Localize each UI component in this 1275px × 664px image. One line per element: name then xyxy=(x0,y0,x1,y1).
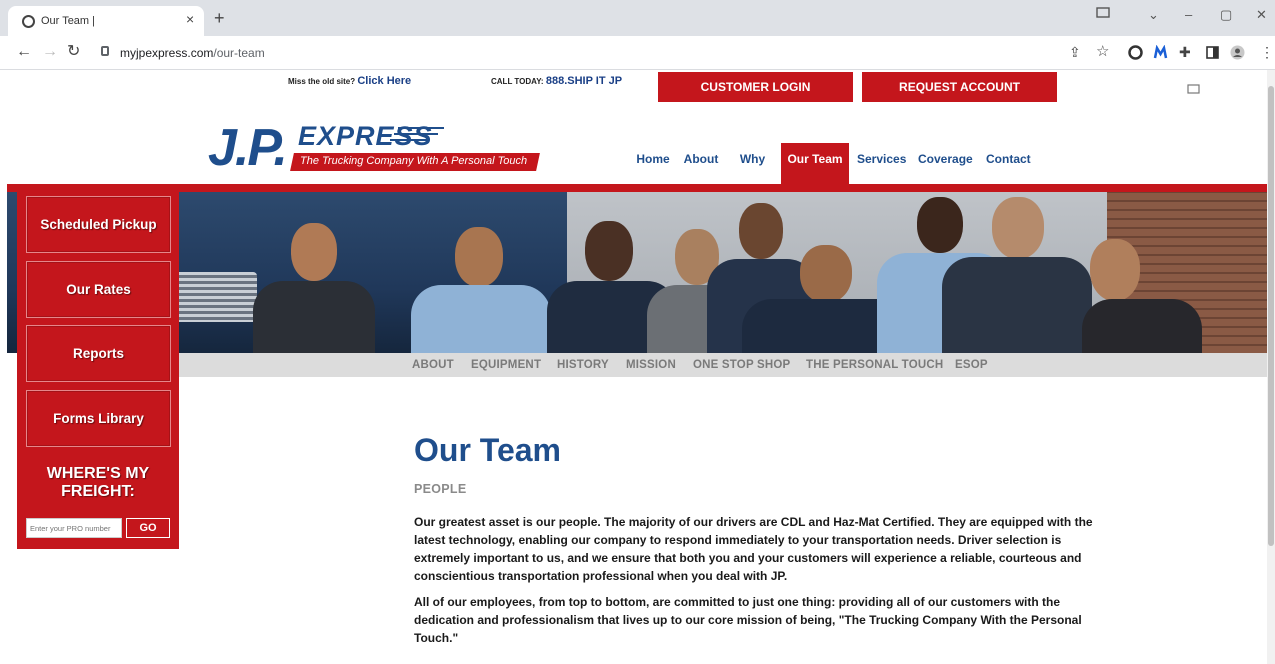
logo-speed-line xyxy=(390,139,428,141)
go-button[interactable]: GO xyxy=(126,518,170,538)
subnav-about[interactable]: ABOUT xyxy=(412,359,454,371)
new-tab-icon[interactable]: + xyxy=(214,9,225,27)
lock-icon xyxy=(101,46,109,56)
logo-speed-line xyxy=(394,133,438,135)
tab-close-icon[interactable]: × xyxy=(186,11,194,27)
subnav-esop[interactable]: ESOP xyxy=(955,359,988,371)
subnav-mission[interactable]: MISSION xyxy=(626,359,676,371)
body-paragraph: Our greatest asset is our people. The ma… xyxy=(414,515,1093,583)
team-member xyxy=(407,227,552,353)
minimize-icon[interactable]: – xyxy=(1185,7,1192,22)
profile-avatar-icon[interactable] xyxy=(1230,45,1245,60)
nav-contact[interactable]: Contact xyxy=(986,143,1031,185)
browser-tab[interactable]: Our Team | × xyxy=(8,6,204,36)
close-window-icon[interactable]: ✕ xyxy=(1256,7,1267,23)
subnav-equipment[interactable]: EQUIPMENT xyxy=(471,359,541,371)
reload-icon[interactable]: ↻ xyxy=(67,44,80,60)
extension-icon[interactable] xyxy=(1128,45,1143,60)
pro-number-input[interactable] xyxy=(26,518,122,538)
cast-icon xyxy=(1187,81,1200,99)
body-paragraph: All of our employees, from top to bottom… xyxy=(414,595,1082,645)
team-member xyxy=(942,197,1092,353)
chevron-down-icon[interactable]: ⌄ xyxy=(1148,7,1159,23)
logo-speed-line xyxy=(398,127,444,129)
malwarebytes-icon[interactable] xyxy=(1153,44,1168,60)
subnav-history[interactable]: HISTORY xyxy=(557,359,609,371)
logo-jp-text: J.P. xyxy=(208,119,288,177)
about-subnav: ABOUT EQUIPMENT HISTORY MISSION ONE STOP… xyxy=(179,353,1268,377)
reports-button[interactable]: Reports xyxy=(26,325,171,382)
tab-title: Our Team | xyxy=(41,15,96,27)
page-scrollbar[interactable] xyxy=(1267,70,1275,664)
browser-toolbar: ← → ↻ myjpexpress.com/our-team ⇪ ☆ ✚ ⋮ xyxy=(0,36,1275,70)
team-member xyxy=(245,223,375,353)
puzzle-icon[interactable]: ✚ xyxy=(1179,44,1191,60)
nav-our-team[interactable]: Our Team xyxy=(781,143,849,185)
wheres-my-freight-heading: WHERE'S MY FREIGHT: xyxy=(46,465,150,500)
share-icon[interactable]: ⇪ xyxy=(1069,44,1081,60)
section-subtitle: PEOPLE xyxy=(414,482,467,496)
forward-arrow-icon[interactable]: → xyxy=(42,44,58,60)
web-page: Miss the old site? Click Here CALL TODAY… xyxy=(0,70,1275,664)
our-rates-button[interactable]: Our Rates xyxy=(26,261,171,318)
forms-library-button[interactable]: Forms Library xyxy=(26,390,171,447)
scheduled-pickup-button[interactable]: Scheduled Pickup xyxy=(26,196,171,253)
call-today-line: CALL TODAY: 888.SHIP IT JP xyxy=(491,75,623,87)
jp-express-logo[interactable]: J.P. EXPRESS The Trucking Company With A… xyxy=(208,120,543,178)
nav-home[interactable]: Home xyxy=(636,143,670,185)
main-content: Our Team PEOPLE Our greatest asset is ou… xyxy=(414,430,1104,647)
nav-about[interactable]: About xyxy=(682,143,720,185)
click-here-link[interactable]: Click Here xyxy=(357,75,411,87)
cast-icon[interactable] xyxy=(1096,7,1110,22)
subnav-one-stop-shop[interactable]: ONE STOP SHOP xyxy=(693,359,790,371)
globe-icon xyxy=(22,15,35,28)
nav-why-jp[interactable]: Why JP xyxy=(731,143,774,199)
customer-login-button[interactable]: CUSTOMER LOGIN xyxy=(658,72,853,102)
kebab-menu-icon[interactable]: ⋮ xyxy=(1260,44,1274,60)
browser-tab-strip: Our Team | × + ⌄ – ▢ ✕ xyxy=(0,0,1275,36)
quick-links-sidebar: Scheduled Pickup Our Rates Reports Forms… xyxy=(17,188,179,549)
logo-tagline: The Trucking Company With A Personal Tou… xyxy=(300,155,528,167)
maximize-icon[interactable]: ▢ xyxy=(1220,7,1232,23)
page-title: Our Team xyxy=(414,432,561,468)
url-text: myjpexpress.com/our-team xyxy=(120,46,265,60)
star-icon[interactable]: ☆ xyxy=(1096,44,1109,60)
side-panel-icon[interactable] xyxy=(1205,45,1220,60)
team-photo-banner xyxy=(7,192,1268,353)
nav-services[interactable]: Services xyxy=(857,143,906,185)
subnav-personal-touch[interactable]: THE PERSONAL TOUCH xyxy=(806,359,943,371)
scrollbar-thumb[interactable] xyxy=(1268,86,1274,546)
header-red-band xyxy=(7,184,1268,192)
old-site-line: Miss the old site? Click Here xyxy=(288,75,412,87)
nav-coverage[interactable]: Coverage xyxy=(918,143,973,185)
phone-number[interactable]: 888.SHIP IT JP xyxy=(546,75,622,87)
back-arrow-icon[interactable]: ← xyxy=(16,44,32,60)
address-bar[interactable]: myjpexpress.com/our-team xyxy=(95,40,1115,66)
request-account-button[interactable]: REQUEST ACCOUNT xyxy=(862,72,1057,102)
team-member xyxy=(1082,239,1202,353)
